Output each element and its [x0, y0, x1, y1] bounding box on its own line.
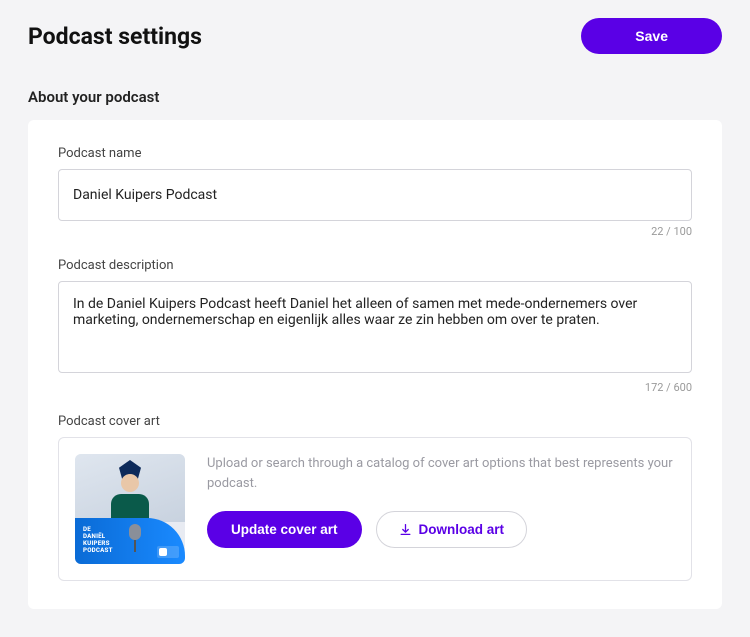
podcast-cover-label: Podcast cover art	[58, 414, 692, 429]
brand-badge-icon	[157, 546, 179, 558]
podcast-description-counter: 172 / 600	[58, 381, 692, 394]
download-art-button[interactable]: Download art	[376, 511, 528, 548]
section-title: About your podcast	[28, 88, 722, 106]
cover-art-caption: DE DANIËL KUIPERS PODCAST	[83, 526, 113, 555]
save-button[interactable]: Save	[581, 18, 722, 54]
settings-card: Podcast name 22 / 100 Podcast descriptio…	[28, 120, 722, 609]
update-cover-art-button[interactable]: Update cover art	[207, 511, 362, 548]
podcast-description-input[interactable]	[58, 281, 692, 373]
cover-art-thumbnail: DE DANIËL KUIPERS PODCAST	[75, 454, 185, 564]
download-art-label: Download art	[419, 522, 505, 537]
page-title: Podcast settings	[28, 23, 202, 50]
podcast-description-label: Podcast description	[58, 258, 692, 273]
podcast-name-input[interactable]	[58, 169, 692, 221]
cover-art-help-text: Upload or search through a catalog of co…	[207, 454, 675, 493]
podcast-name-label: Podcast name	[58, 146, 692, 161]
microphone-icon	[128, 524, 142, 554]
cover-art-panel: DE DANIËL KUIPERS PODCAST Upload or sear…	[58, 437, 692, 581]
download-icon	[399, 523, 412, 536]
podcast-name-counter: 22 / 100	[58, 225, 692, 238]
